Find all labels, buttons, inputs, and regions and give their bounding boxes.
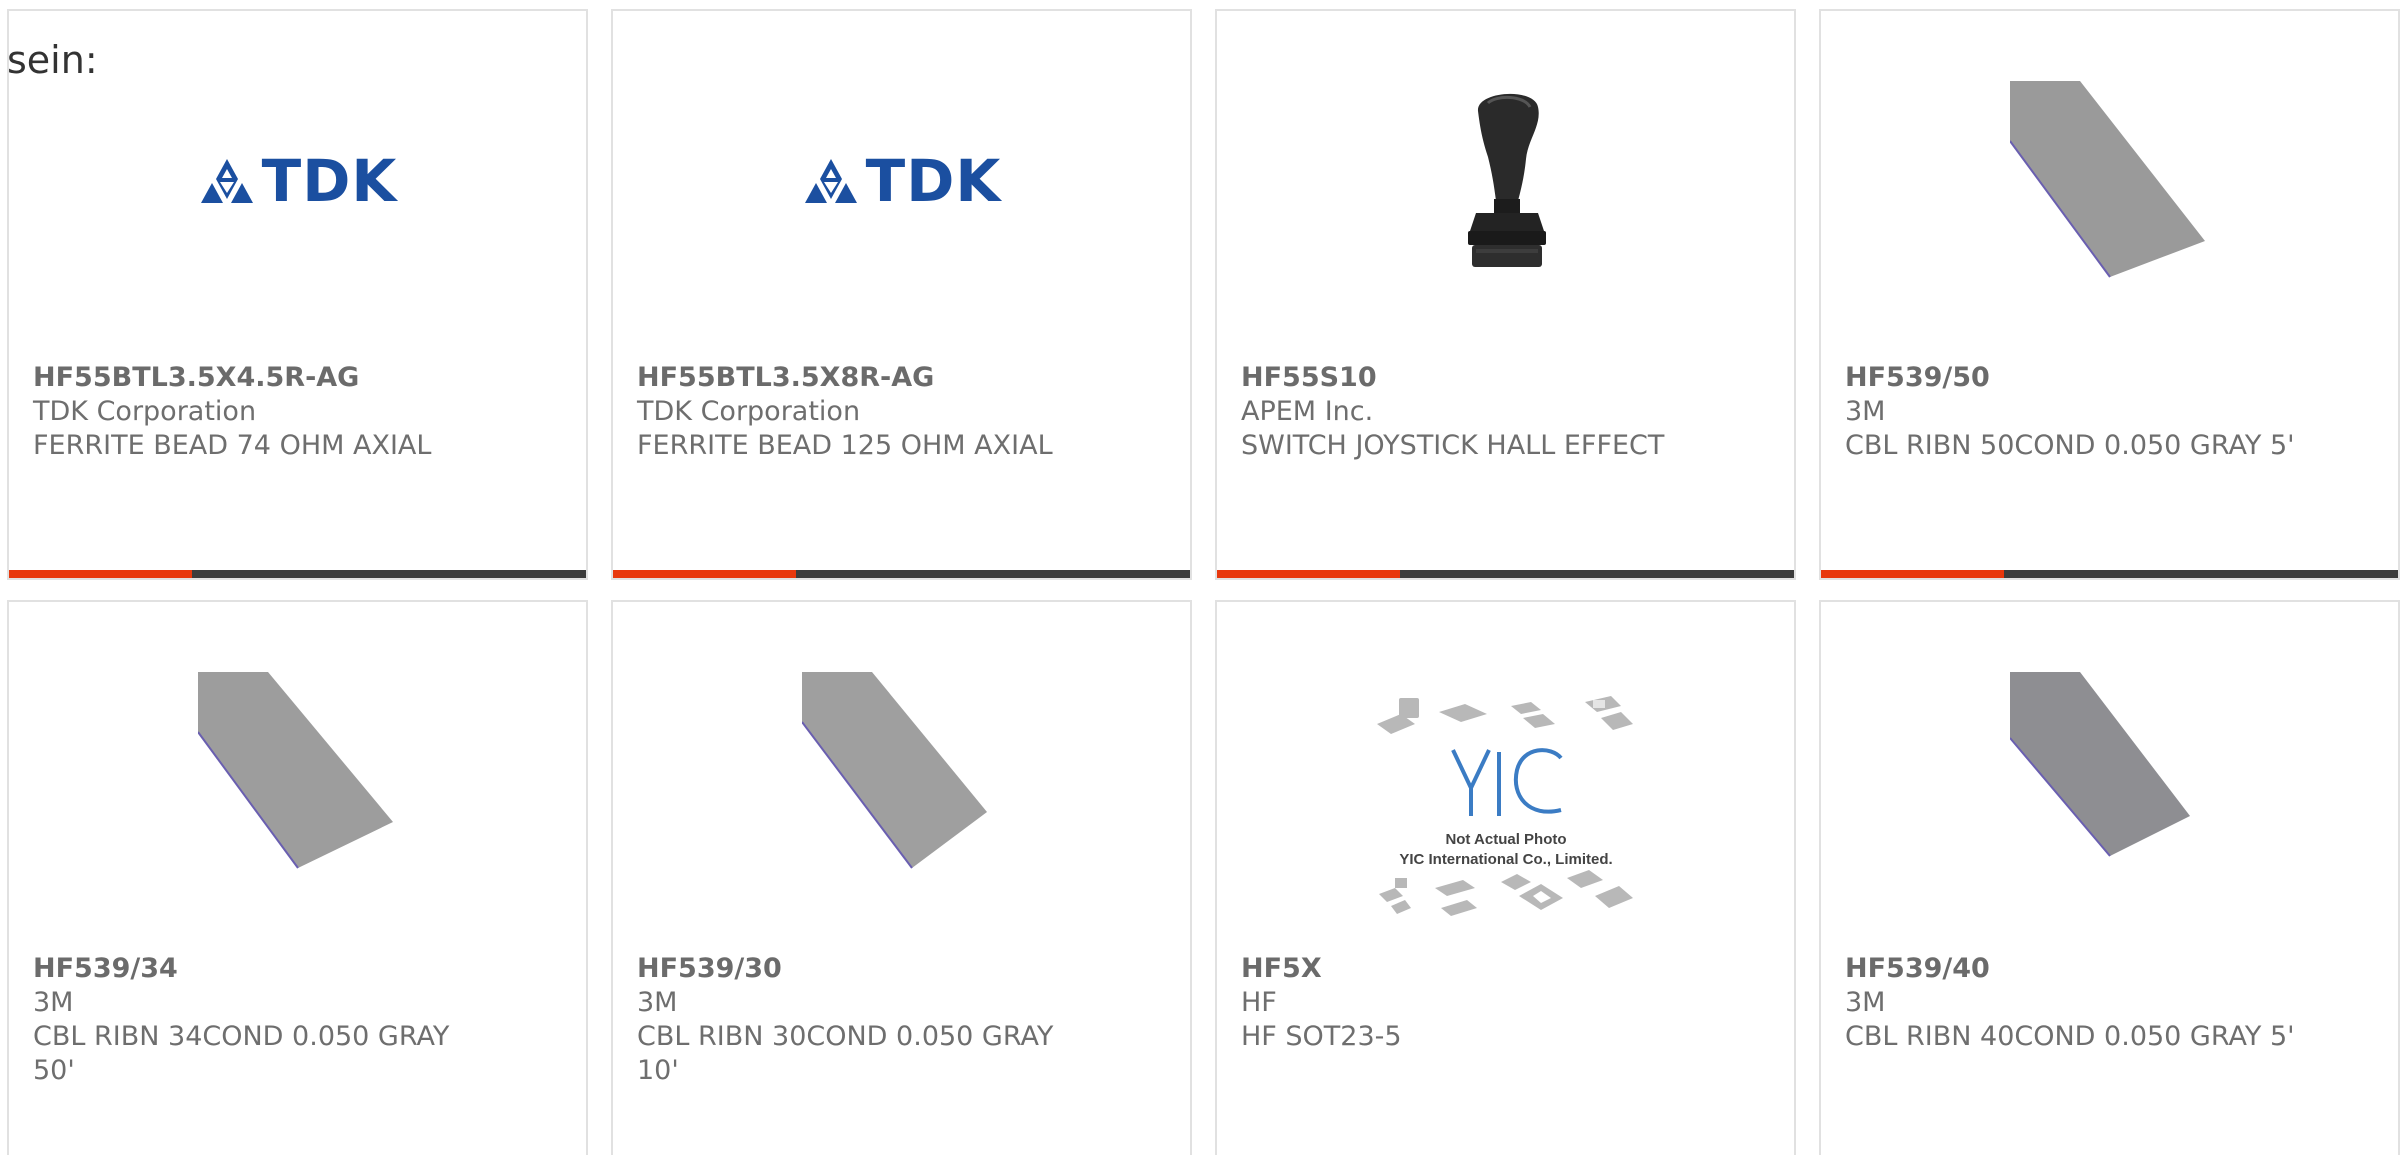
tdk-logo: TDK bbox=[198, 147, 398, 215]
product-image[interactable]: TDK bbox=[613, 66, 1190, 296]
product-info: HF55S10 APEM Inc. SWITCH JOYSTICK HALL E… bbox=[1241, 361, 1774, 463]
product-image[interactable]: TDK bbox=[9, 66, 586, 296]
part-number-link[interactable]: HF539/50 bbox=[1845, 361, 2378, 395]
manufacturer: 3M bbox=[1845, 396, 1886, 427]
tdk-logo-text: TDK bbox=[261, 147, 398, 215]
tdk-emblem-icon bbox=[200, 159, 253, 203]
manufacturer: 3M bbox=[637, 987, 678, 1018]
description: SWITCH JOYSTICK HALL EFFECT bbox=[1241, 430, 1665, 461]
description: CBL RIBN 30COND 0.050 GRAY 10' bbox=[637, 1021, 1054, 1086]
joystick-photo-icon bbox=[1405, 81, 1606, 281]
description: HF SOT23-5 bbox=[1241, 1021, 1402, 1052]
card-accent bbox=[613, 570, 796, 578]
card-footer-bar bbox=[9, 570, 586, 578]
product-card[interactable]: HF539/30 3M CBL RIBN 30COND 0.050 GRAY 1… bbox=[611, 600, 1192, 1155]
description: CBL RIBN 50COND 0.050 GRAY 5' bbox=[1845, 430, 2295, 461]
card-accent bbox=[1821, 570, 2004, 578]
description: CBL RIBN 34COND 0.050 GRAY 50' bbox=[33, 1021, 450, 1086]
card-accent bbox=[1217, 570, 1400, 578]
manufacturer: 3M bbox=[33, 987, 74, 1018]
card-footer-bar bbox=[1217, 570, 1794, 578]
product-image[interactable] bbox=[1821, 66, 2398, 296]
product-info: HF539/40 3M CBL RIBN 40COND 0.050 GRAY 5… bbox=[1845, 952, 2378, 1054]
product-image[interactable] bbox=[1217, 66, 1794, 296]
product-card[interactable]: HF539/50 3M CBL RIBN 50COND 0.050 GRAY 5… bbox=[1819, 9, 2400, 580]
product-image[interactable]: Not Actual Photo YIC International Co., … bbox=[1217, 692, 1794, 932]
part-number-link[interactable]: HF55BTL3.5X8R-AG bbox=[637, 361, 1170, 395]
product-image[interactable] bbox=[9, 657, 586, 887]
placeholder-photo-icon: Not Actual Photo YIC International Co., … bbox=[1370, 692, 1641, 932]
product-image[interactable] bbox=[613, 657, 1190, 887]
ribbon-cable-photo-icon bbox=[197, 672, 398, 872]
product-info: HF539/34 3M CBL RIBN 34COND 0.050 GRAY 5… bbox=[33, 952, 566, 1088]
ribbon-cable-photo-icon bbox=[2009, 672, 2210, 872]
part-number-link[interactable]: HF539/30 bbox=[637, 952, 1170, 986]
part-number-link[interactable]: HF55BTL3.5X4.5R-AG bbox=[33, 361, 566, 395]
manufacturer: 3M bbox=[1845, 987, 1886, 1018]
card-accent bbox=[9, 570, 192, 578]
product-info: HF539/30 3M CBL RIBN 30COND 0.050 GRAY 1… bbox=[637, 952, 1170, 1088]
ribbon-cable-photo-icon bbox=[801, 672, 1002, 872]
product-card[interactable]: TDK HF55BTL3.5X8R-AG TDK Corporation FER… bbox=[611, 9, 1192, 580]
manufacturer: HF bbox=[1241, 987, 1277, 1018]
tdk-logo: TDK bbox=[802, 147, 1002, 215]
description: FERRITE BEAD 74 OHM AXIAL bbox=[33, 430, 432, 461]
part-number-link[interactable]: HF539/40 bbox=[1845, 952, 2378, 986]
part-number-link[interactable]: HF539/34 bbox=[33, 952, 566, 986]
ribbon-cable-photo-icon bbox=[2009, 81, 2210, 281]
tdk-logo-text: TDK bbox=[865, 147, 1002, 215]
not-actual-photo-caption: Not Actual Photo bbox=[1445, 831, 1566, 848]
description: FERRITE BEAD 125 OHM AXIAL bbox=[637, 430, 1053, 461]
part-number-link[interactable]: HF55S10 bbox=[1241, 361, 1774, 395]
product-info: HF55BTL3.5X8R-AG TDK Corporation FERRITE… bbox=[637, 361, 1170, 463]
manufacturer: TDK Corporation bbox=[33, 396, 257, 427]
yic-company-caption: YIC International Co., Limited. bbox=[1399, 851, 1612, 868]
product-info: HF5X HF HF SOT23-5 bbox=[1241, 952, 1774, 1054]
product-info: HF539/50 3M CBL RIBN 50COND 0.050 GRAY 5… bbox=[1845, 361, 2378, 463]
product-card[interactable]: HF539/40 3M CBL RIBN 40COND 0.050 GRAY 5… bbox=[1819, 600, 2400, 1155]
part-number-link[interactable]: HF5X bbox=[1241, 952, 1774, 986]
card-footer-bar bbox=[613, 570, 1190, 578]
product-card[interactable]: HF55S10 APEM Inc. SWITCH JOYSTICK HALL E… bbox=[1215, 9, 1796, 580]
product-info: HF55BTL3.5X4.5R-AG TDK Corporation FERRI… bbox=[33, 361, 566, 463]
manufacturer: APEM Inc. bbox=[1241, 396, 1374, 427]
card-footer-bar bbox=[1821, 570, 2398, 578]
tdk-emblem-icon bbox=[804, 159, 857, 203]
description: CBL RIBN 40COND 0.050 GRAY 5' bbox=[1845, 1021, 2295, 1052]
product-card[interactable]: HF539/34 3M CBL RIBN 34COND 0.050 GRAY 5… bbox=[7, 600, 588, 1155]
product-card[interactable]: Not Actual Photo YIC International Co., … bbox=[1215, 600, 1796, 1155]
product-card[interactable]: TDK HF55BTL3.5X4.5R-AG TDK Corporation F… bbox=[7, 9, 588, 580]
manufacturer: TDK Corporation bbox=[637, 396, 861, 427]
product-grid-page: sein: TDK HF55BTL3.5X4.5R-AG TDK Corpora… bbox=[0, 0, 2400, 1155]
product-image[interactable] bbox=[1821, 657, 2398, 887]
lead-text: sein: bbox=[7, 38, 98, 82]
